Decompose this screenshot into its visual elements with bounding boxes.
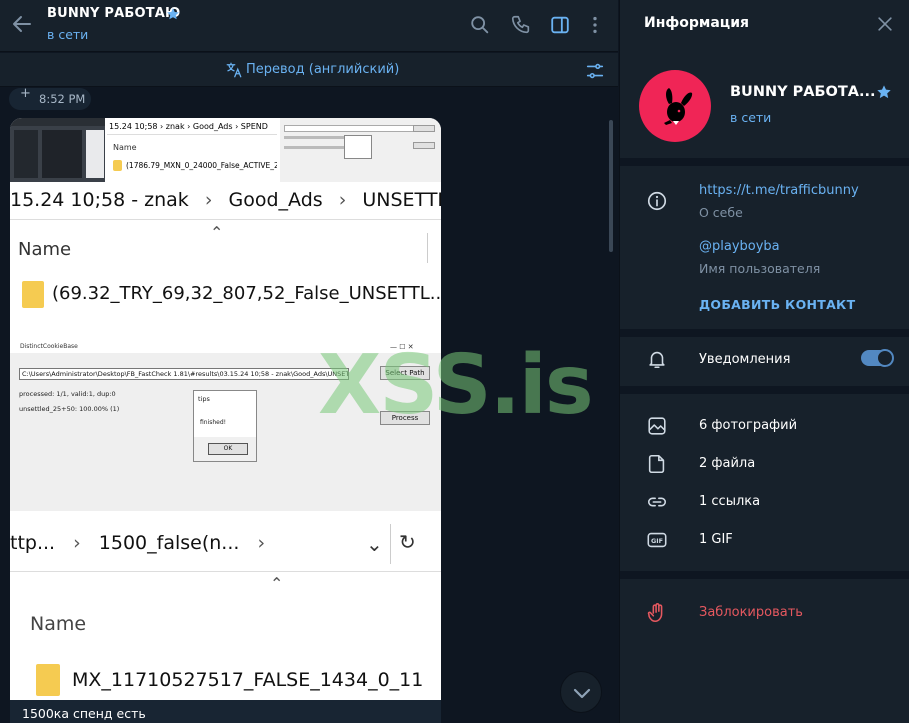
message-list[interactable]: 8:52 PM + 15.24 10;58 › znak › Good_Ads … <box>0 86 618 723</box>
photo-explorer-unsettled[interactable]: 15.24 10;58 - znak › Good_Ads › UNSETTLE… <box>10 185 441 340</box>
media-photos-row[interactable]: 6 фотографий <box>620 407 909 445</box>
phone-icon[interactable] <box>510 14 532 36</box>
chat-scrollbar[interactable] <box>609 120 613 252</box>
message-caption: 1500ка спенд есть <box>10 700 441 723</box>
block-button[interactable]: Заблокировать <box>620 598 909 630</box>
media-photos-label: 6 фотографий <box>699 418 798 433</box>
divider <box>620 386 909 394</box>
notifications-toggle[interactable] <box>861 349 894 367</box>
media-links-label: 1 ссылка <box>699 494 761 509</box>
translate-bar: Перевод (английский) <box>0 53 618 87</box>
watermark: XSS.is <box>318 338 594 433</box>
media-gif-row[interactable]: GIF 1 GIF <box>620 521 909 559</box>
verified-star-icon <box>167 8 179 20</box>
file-icon <box>648 454 665 474</box>
more-vertical-icon[interactable] <box>584 14 606 36</box>
photo-thumbnail-1[interactable] <box>10 118 105 182</box>
media-links-row[interactable]: 1 ссылка <box>620 483 909 521</box>
telegram-app: BUNNY РАБОТАЮ в сети Перевод (английский… <box>0 0 909 723</box>
username-link[interactable]: @playboyba <box>699 239 780 254</box>
chat-title: BUNNY РАБОТАЮ <box>47 6 181 21</box>
photo-explorer-1500[interactable]: ttp... › 1500_false(n... › ⌄ ↻ ⌃ Name MX… <box>10 514 441 708</box>
divider <box>620 571 909 579</box>
media-gif-label: 1 GIF <box>699 532 733 547</box>
bio-label: О себе <box>699 205 743 220</box>
block-label: Заблокировать <box>699 605 803 620</box>
avatar[interactable] <box>639 70 711 142</box>
chat-area: BUNNY РАБОТАЮ в сети Перевод (английский… <box>0 0 618 723</box>
bell-icon <box>649 351 665 369</box>
gif-icon: GIF <box>647 532 667 548</box>
contact-status: в сети <box>730 110 772 125</box>
bio-link[interactable]: https://t.me/trafficbunny <box>699 183 859 198</box>
sidebar-toggle-icon[interactable] <box>549 14 571 36</box>
info-icon <box>647 191 667 211</box>
info-panel: Информация BUNNY РАБОТА... в сети https:… <box>619 0 909 723</box>
bunny-logo-icon <box>664 88 693 125</box>
link-icon <box>647 497 667 507</box>
media-files-row[interactable]: 2 файла <box>620 445 909 483</box>
photo-thumbnail-2[interactable]: 15.24 10;58 › znak › Good_Ads › SPEND Na… <box>107 118 277 182</box>
back-arrow-icon[interactable] <box>10 12 34 36</box>
divider <box>620 158 909 166</box>
notifications-label: Уведомления <box>699 352 791 367</box>
search-icon[interactable] <box>469 14 491 36</box>
translate-settings-icon[interactable] <box>584 60 606 82</box>
photo-icon <box>648 417 666 435</box>
info-panel-title: Информация <box>644 15 749 31</box>
translate-icon[interactable] <box>225 61 243 79</box>
photo-thumbnail-3[interactable] <box>280 118 441 182</box>
translate-link[interactable]: Перевод (английский) <box>246 62 399 77</box>
username-label: Имя пользователя <box>699 261 821 276</box>
contact-name: BUNNY РАБОТА... <box>730 84 876 100</box>
divider <box>620 329 909 337</box>
plus-icon: + <box>20 86 31 101</box>
add-contact-button[interactable]: ДОБАВИТЬ КОНТАКТ <box>699 297 855 312</box>
chat-status: в сети <box>47 27 89 42</box>
chevron-down-icon <box>573 688 591 699</box>
verified-star-icon <box>877 85 891 99</box>
close-icon[interactable] <box>875 14 895 34</box>
scroll-down-button[interactable] <box>560 671 602 713</box>
chat-header[interactable]: BUNNY РАБОТАЮ в сети <box>0 0 618 52</box>
media-files-label: 2 файла <box>699 456 756 471</box>
hand-stop-icon <box>647 603 663 623</box>
toggle-knob <box>876 349 894 367</box>
svg-text:GIF: GIF <box>651 537 663 545</box>
